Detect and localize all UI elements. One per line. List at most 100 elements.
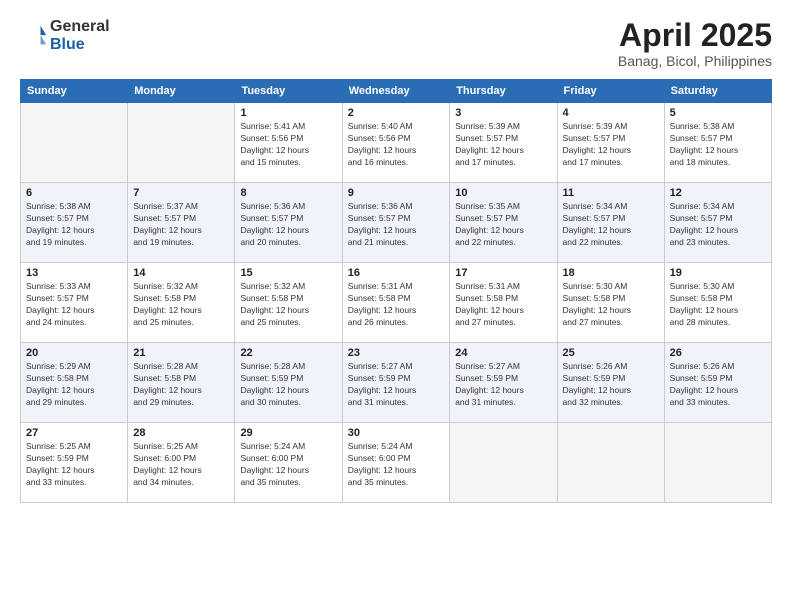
day-info: Sunrise: 5:30 AM Sunset: 5:58 PM Dayligh…	[670, 281, 766, 329]
logo-text: General Blue	[50, 18, 110, 53]
calendar-week-5: 27 Sunrise: 5:25 AM Sunset: 5:59 PM Dayli…	[21, 423, 772, 503]
calendar-cell: 2Sunrise: 5:40 AM Sunset: 5:56 PM Daylig…	[342, 103, 450, 183]
calendar-week-3: 13 Sunrise: 5:33 AM Sunset: 5:57 PM Dayli…	[21, 263, 772, 343]
calendar-cell: 20Sunrise: 5:29 AM Sunset: 5:58 PM Dayli…	[21, 343, 128, 423]
calendar-cell: 23 Sunrise: 5:27 AM Sunset: 5:59 PM Dayli…	[342, 343, 450, 423]
calendar-cell	[450, 423, 557, 503]
day-info: Sunrise: 5:41 AM Sunset: 5:56 PM Dayligh…	[240, 121, 336, 169]
calendar-cell: 10Sunrise: 5:35 AM Sunset: 5:57 PM Dayli…	[450, 183, 557, 263]
day-number: 23	[348, 347, 445, 359]
day-info: Sunrise: 5:24 AM Sunset: 6:00 PM Dayligh…	[348, 441, 445, 489]
day-number: 1	[240, 107, 336, 119]
calendar-cell	[557, 423, 664, 503]
calendar-cell	[128, 103, 235, 183]
calendar-cell: 19 Sunrise: 5:30 AM Sunset: 5:58 PM Dayli…	[664, 263, 771, 343]
day-number: 22	[240, 347, 336, 359]
day-number: 8	[240, 187, 336, 199]
day-number: 7	[133, 187, 229, 199]
day-info: Sunrise: 5:34 AM Sunset: 5:57 PM Dayligh…	[563, 201, 659, 249]
day-number: 18	[563, 267, 659, 279]
day-info: Sunrise: 5:39 AM Sunset: 5:57 PM Dayligh…	[455, 121, 551, 169]
day-info: Sunrise: 5:31 AM Sunset: 5:58 PM Dayligh…	[348, 281, 445, 329]
header-wednesday: Wednesday	[342, 80, 450, 103]
day-number: 10	[455, 187, 551, 199]
calendar-cell: 5 Sunrise: 5:38 AM Sunset: 5:57 PM Daylig…	[664, 103, 771, 183]
day-info: Sunrise: 5:37 AM Sunset: 5:57 PM Dayligh…	[133, 201, 229, 249]
header-friday: Friday	[557, 80, 664, 103]
day-number: 30	[348, 427, 445, 439]
day-number: 13	[26, 267, 122, 279]
day-info: Sunrise: 5:36 AM Sunset: 5:57 PM Dayligh…	[240, 201, 336, 249]
calendar-cell: 24 Sunrise: 5:27 AM Sunset: 5:59 PM Dayli…	[450, 343, 557, 423]
day-info: Sunrise: 5:27 AM Sunset: 5:59 PM Dayligh…	[348, 361, 445, 409]
calendar-cell: 9 Sunrise: 5:36 AM Sunset: 5:57 PM Daylig…	[342, 183, 450, 263]
day-number: 5	[670, 107, 766, 119]
calendar-cell: 1 Sunrise: 5:41 AM Sunset: 5:56 PM Daylig…	[235, 103, 342, 183]
day-number: 27	[26, 427, 122, 439]
day-number: 12	[670, 187, 766, 199]
calendar-week-4: 20Sunrise: 5:29 AM Sunset: 5:58 PM Dayli…	[21, 343, 772, 423]
day-number: 4	[563, 107, 659, 119]
day-number: 28	[133, 427, 229, 439]
calendar-cell: 12 Sunrise: 5:34 AM Sunset: 5:57 PM Dayli…	[664, 183, 771, 263]
day-number: 6	[26, 187, 122, 199]
day-number: 3	[455, 107, 551, 119]
day-number: 16	[348, 267, 445, 279]
header: General Blue April 2025 Banag, Bicol, Ph…	[20, 18, 772, 69]
calendar-cell: 27 Sunrise: 5:25 AM Sunset: 5:59 PM Dayli…	[21, 423, 128, 503]
day-number: 19	[670, 267, 766, 279]
header-tuesday: Tuesday	[235, 80, 342, 103]
day-info: Sunrise: 5:40 AM Sunset: 5:56 PM Dayligh…	[348, 121, 445, 169]
calendar-cell: 29 Sunrise: 5:24 AM Sunset: 6:00 PM Dayli…	[235, 423, 342, 503]
calendar-cell: 13 Sunrise: 5:33 AM Sunset: 5:57 PM Dayli…	[21, 263, 128, 343]
calendar-cell: 28 Sunrise: 5:25 AM Sunset: 6:00 PM Dayli…	[128, 423, 235, 503]
logo: General Blue	[20, 18, 110, 53]
calendar-cell: 15 Sunrise: 5:32 AM Sunset: 5:58 PM Dayli…	[235, 263, 342, 343]
day-number: 15	[240, 267, 336, 279]
day-info: Sunrise: 5:33 AM Sunset: 5:57 PM Dayligh…	[26, 281, 122, 329]
day-number: 29	[240, 427, 336, 439]
day-info: Sunrise: 5:27 AM Sunset: 5:59 PM Dayligh…	[455, 361, 551, 409]
day-info: Sunrise: 5:25 AM Sunset: 6:00 PM Dayligh…	[133, 441, 229, 489]
calendar-cell: 11 Sunrise: 5:34 AM Sunset: 5:57 PM Dayli…	[557, 183, 664, 263]
calendar-cell: 8 Sunrise: 5:36 AM Sunset: 5:57 PM Daylig…	[235, 183, 342, 263]
day-info: Sunrise: 5:25 AM Sunset: 5:59 PM Dayligh…	[26, 441, 122, 489]
day-info: Sunrise: 5:38 AM Sunset: 5:57 PM Dayligh…	[670, 121, 766, 169]
day-info: Sunrise: 5:34 AM Sunset: 5:57 PM Dayligh…	[670, 201, 766, 249]
day-info: Sunrise: 5:30 AM Sunset: 5:58 PM Dayligh…	[563, 281, 659, 329]
day-number: 21	[133, 347, 229, 359]
day-number: 9	[348, 187, 445, 199]
calendar-cell	[21, 103, 128, 183]
day-number: 11	[563, 187, 659, 199]
calendar-page: General Blue April 2025 Banag, Bicol, Ph…	[0, 0, 792, 612]
day-info: Sunrise: 5:39 AM Sunset: 5:57 PM Dayligh…	[563, 121, 659, 169]
day-info: Sunrise: 5:38 AM Sunset: 5:57 PM Dayligh…	[26, 201, 122, 249]
location: Banag, Bicol, Philippines	[618, 53, 772, 69]
calendar-cell: 6 Sunrise: 5:38 AM Sunset: 5:57 PM Daylig…	[21, 183, 128, 263]
day-info: Sunrise: 5:29 AM Sunset: 5:58 PM Dayligh…	[26, 361, 122, 409]
day-info: Sunrise: 5:26 AM Sunset: 5:59 PM Dayligh…	[563, 361, 659, 409]
day-number: 24	[455, 347, 551, 359]
calendar-cell: 4 Sunrise: 5:39 AM Sunset: 5:57 PM Daylig…	[557, 103, 664, 183]
calendar-cell: 3 Sunrise: 5:39 AM Sunset: 5:57 PM Daylig…	[450, 103, 557, 183]
calendar-cell: 7 Sunrise: 5:37 AM Sunset: 5:57 PM Daylig…	[128, 183, 235, 263]
calendar-cell: 25 Sunrise: 5:26 AM Sunset: 5:59 PM Dayli…	[557, 343, 664, 423]
day-info: Sunrise: 5:36 AM Sunset: 5:57 PM Dayligh…	[348, 201, 445, 249]
day-number: 17	[455, 267, 551, 279]
day-info: Sunrise: 5:28 AM Sunset: 5:59 PM Dayligh…	[240, 361, 336, 409]
header-thursday: Thursday	[450, 80, 557, 103]
calendar-cell: 21Sunrise: 5:28 AM Sunset: 5:58 PM Dayli…	[128, 343, 235, 423]
calendar-cell	[664, 423, 771, 503]
header-sunday: Sunday	[21, 80, 128, 103]
calendar-table: Sunday Monday Tuesday Wednesday Thursday…	[20, 79, 772, 503]
day-info: Sunrise: 5:24 AM Sunset: 6:00 PM Dayligh…	[240, 441, 336, 489]
calendar-cell: 26Sunrise: 5:26 AM Sunset: 5:59 PM Dayli…	[664, 343, 771, 423]
header-saturday: Saturday	[664, 80, 771, 103]
day-info: Sunrise: 5:32 AM Sunset: 5:58 PM Dayligh…	[240, 281, 336, 329]
day-number: 26	[670, 347, 766, 359]
logo-blue: Blue	[50, 36, 110, 54]
header-row: Sunday Monday Tuesday Wednesday Thursday…	[21, 80, 772, 103]
day-number: 25	[563, 347, 659, 359]
calendar-cell: 30 Sunrise: 5:24 AM Sunset: 6:00 PM Dayli…	[342, 423, 450, 503]
day-info: Sunrise: 5:31 AM Sunset: 5:58 PM Dayligh…	[455, 281, 551, 329]
